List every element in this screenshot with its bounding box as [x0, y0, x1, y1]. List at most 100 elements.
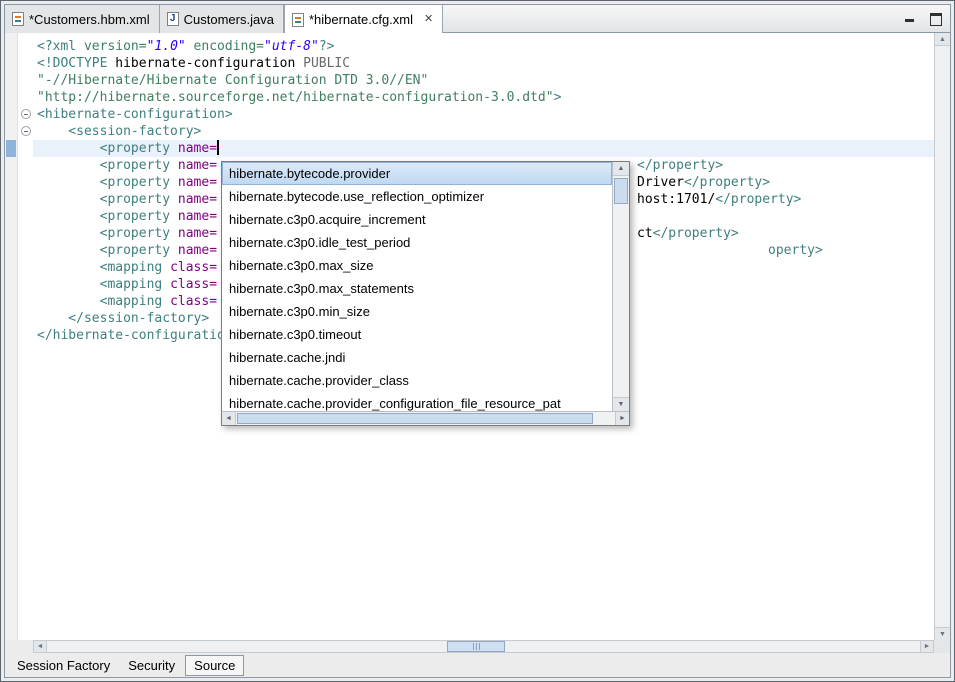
code-token: <property: [37, 175, 178, 190]
popup-vertical-scroll-thumb[interactable]: [614, 178, 628, 204]
code-token: <session-factory>: [37, 124, 201, 139]
editor-tab--hibernate.cfg.xml[interactable]: *hibernate.cfg.xml ✕: [284, 5, 443, 34]
page-tab-security[interactable]: Security: [120, 655, 183, 676]
horizontal-scrollbar-strip: ◄ ►: [5, 640, 950, 653]
popup-scroll-right-icon[interactable]: ►: [615, 412, 629, 425]
scroll-right-icon[interactable]: ►: [920, 641, 933, 652]
code-token: name=: [178, 175, 217, 190]
code-line-2[interactable]: <!DOCTYPE hibernate-configuration PUBLIC: [37, 55, 934, 72]
code-token: name=: [178, 209, 217, 224]
editor-vertical-scrollbar[interactable]: ▲ ▼: [934, 33, 950, 640]
code-token: name=: [178, 192, 217, 207]
code-fragment: host:1701/</property>: [637, 191, 801, 208]
popup-scroll-up-icon[interactable]: ▲: [613, 162, 629, 176]
completion-item[interactable]: hibernate.c3p0.idle_test_period: [222, 231, 612, 254]
scroll-down-icon[interactable]: ▼: [935, 627, 950, 640]
thumb-grip-icon: [476, 643, 477, 650]
modified-line-marker: [6, 140, 16, 157]
code-line-3[interactable]: "-//Hibernate/Hibernate Configuration DT…: [37, 72, 934, 89]
code-token: <mapping: [37, 277, 170, 292]
popup-scroll-down-icon[interactable]: ▼: [613, 397, 629, 411]
code-fragment: Driver</property>: [637, 174, 770, 191]
code-token: class=: [170, 277, 217, 292]
eclipse-window: *Customers.hbm.xml J Customers.java *hibern…: [0, 0, 955, 682]
code-token: <property: [37, 158, 178, 173]
popup-horizontal-scroll-thumb[interactable]: [237, 413, 593, 424]
editor-tab--customers.hbm.xml[interactable]: *Customers.hbm.xml: [5, 5, 160, 33]
content-assist-popup: hibernate.bytecode.providerhibernate.byt…: [221, 161, 630, 426]
xml-file-icon: [292, 13, 304, 27]
scroll-up-icon[interactable]: ▲: [935, 33, 950, 46]
code-line-6[interactable]: <session-factory>: [37, 123, 934, 140]
code-token: name=: [178, 226, 217, 241]
completion-item[interactable]: hibernate.bytecode.provider: [222, 162, 612, 185]
code-fragment: operty>: [768, 242, 823, 259]
completion-item[interactable]: hibernate.c3p0.min_size: [222, 300, 612, 323]
collapse-fold-icon[interactable]: [21, 126, 31, 136]
code-token: class=: [170, 260, 217, 275]
page-tab-source[interactable]: Source: [185, 655, 244, 676]
code-line-5[interactable]: <hibernate-configuration>: [37, 106, 934, 123]
tab-label: *Customers.hbm.xml: [29, 12, 150, 27]
code-token: name=: [178, 243, 217, 258]
close-tab-icon[interactable]: ✕: [424, 14, 433, 25]
annotation-ruler[interactable]: [5, 33, 18, 640]
popup-scroll-left-icon[interactable]: ◄: [222, 412, 236, 425]
view-window-buttons: [904, 12, 942, 24]
completion-item[interactable]: hibernate.c3p0.timeout: [222, 323, 612, 346]
popup-horizontal-scrollbar[interactable]: ◄ ►: [222, 411, 629, 425]
code-token: name=: [178, 158, 217, 173]
page-tab-session-factory[interactable]: Session Factory: [9, 655, 118, 676]
tab-label: Customers.java: [184, 12, 274, 27]
code-token: <property: [37, 141, 178, 156]
code-token: ?>: [319, 39, 335, 54]
editor-tab-customers.java[interactable]: J Customers.java: [160, 5, 284, 33]
code-token: version=: [84, 39, 147, 54]
completion-item[interactable]: hibernate.c3p0.max_size: [222, 254, 612, 277]
folding-margin: [19, 33, 33, 640]
completion-item[interactable]: hibernate.c3p0.max_statements: [222, 277, 612, 300]
minimize-icon[interactable]: [904, 12, 917, 24]
completion-item[interactable]: hibernate.cache.jndi: [222, 346, 612, 369]
code-fragment: ct</property>: [637, 225, 739, 242]
code-token: <mapping: [37, 260, 170, 275]
code-token: <hibernate-configuration>: [37, 107, 233, 122]
scrollbar-corner: [934, 640, 950, 653]
code-token: <!DOCTYPE: [37, 56, 115, 71]
collapse-fold-icon[interactable]: [21, 109, 31, 119]
code-token: </hibernate-configuration>: [37, 328, 241, 343]
code-token: </session-factory>: [37, 311, 209, 326]
completion-item[interactable]: hibernate.cache.provider_class: [222, 369, 612, 392]
code-token: "utf-8": [264, 39, 319, 54]
completion-item[interactable]: hibernate.bytecode.use_reflection_optimi…: [222, 185, 612, 208]
code-token: hibernate-configuration: [115, 56, 303, 71]
code-token: <property: [37, 243, 178, 258]
code-line-7[interactable]: <property name=: [33, 140, 934, 157]
xml-file-icon: [12, 12, 24, 26]
code-token: "http://hibernate.sourceforge.net/hibern…: [37, 90, 554, 105]
code-token: >: [554, 90, 562, 105]
code-line-4[interactable]: "http://hibernate.sourceforge.net/hibern…: [37, 89, 934, 106]
code-token: <property: [37, 226, 178, 241]
code-token: "-//Hibernate/Hibernate Configuration DT…: [37, 73, 428, 88]
text-cursor: [217, 140, 219, 155]
editor-horizontal-scrollbar[interactable]: ◄ ►: [33, 640, 934, 653]
completion-item[interactable]: hibernate.c3p0.acquire_increment: [222, 208, 612, 231]
code-fragment: </property>: [637, 157, 723, 174]
code-token: <property: [37, 192, 178, 207]
completion-list: hibernate.bytecode.providerhibernate.byt…: [222, 162, 612, 411]
horizontal-scroll-thumb[interactable]: [447, 641, 505, 652]
maximize-icon[interactable]: [929, 12, 942, 24]
completion-item[interactable]: hibernate.cache.provider_configuration_f…: [222, 392, 612, 411]
code-token: encoding=: [186, 39, 264, 54]
code-token: "1.0": [147, 39, 186, 54]
editor-tabbar: *Customers.hbm.xml J Customers.java *hibern…: [5, 5, 950, 33]
editor-tabs: *Customers.hbm.xml J Customers.java *hibern…: [5, 5, 443, 32]
code-token: class=: [170, 294, 217, 309]
popup-vertical-scrollbar[interactable]: ▲ ▼: [612, 162, 629, 411]
code-token: PUBLIC: [303, 56, 350, 71]
scroll-left-icon[interactable]: ◄: [34, 641, 47, 652]
tab-label: *hibernate.cfg.xml: [309, 12, 413, 27]
code-line-1[interactable]: <?xml version="1.0" encoding="utf-8"?>: [37, 38, 934, 55]
java-file-icon: J: [167, 12, 179, 26]
